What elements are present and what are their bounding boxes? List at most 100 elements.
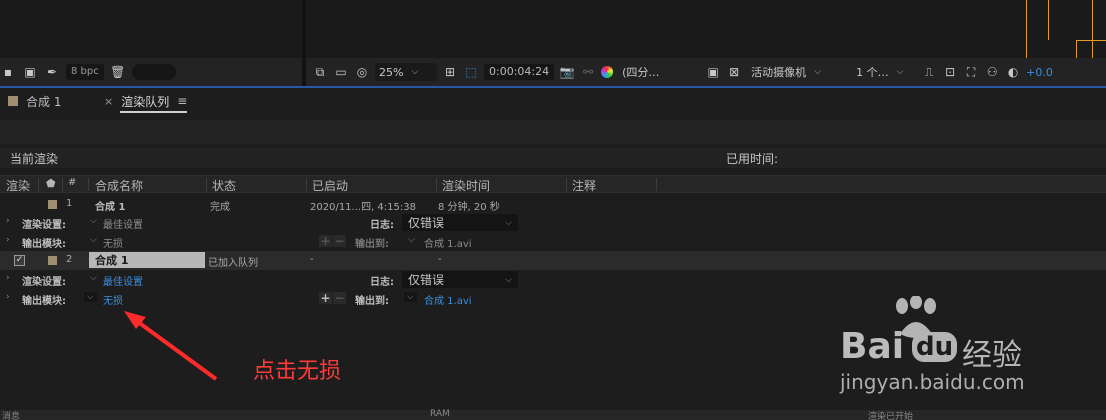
channel-icon[interactable]	[601, 66, 614, 78]
render-settings-value[interactable]: 最佳设置	[103, 273, 143, 288]
grid-icon[interactable]: ⊞	[442, 65, 458, 79]
render-status-bar: 消息 RAM 渲染已开始	[0, 409, 1106, 420]
tab-label: 渲染队列	[121, 94, 170, 109]
item-render-time: 8 分钟, 20 秒	[438, 202, 500, 213]
chevron-down-icon: ⌵	[505, 274, 512, 285]
output-module-value[interactable]: 无损	[103, 235, 123, 250]
remove-output-icon[interactable]: −	[333, 292, 346, 304]
toggle-pixel-icon[interactable]: ⎍	[921, 65, 937, 80]
baidu-watermark: Bai du 经验 jingyan.baidu.com	[840, 294, 1050, 394]
item-comp-name[interactable]: 合成 1	[89, 252, 205, 268]
viewer-toolbar: ⧉ ▭ ◎ 25% ⌵ ⊞ ⬚ 0:00:04:24 📷 ⚯ (四分… ▣ ⊠ 活…	[306, 58, 1106, 86]
camera-snapshot-icon[interactable]: 📷	[559, 65, 575, 79]
render-settings-value[interactable]: 最佳设置	[103, 216, 143, 231]
watermark-cn: 经验	[962, 338, 1022, 373]
project-toolbar: ▪ ▣ ✒ 8 bpc 🗑	[0, 58, 302, 86]
timecode-field[interactable]: 0:00:04:24	[484, 64, 555, 80]
show-snapshot-icon[interactable]: ⚯	[580, 65, 596, 79]
expand-icon[interactable]: ›	[6, 273, 10, 283]
column-started[interactable]: 已启动	[312, 177, 348, 194]
item-comp-name[interactable]: 合成 1	[95, 198, 125, 213]
label-color-swatch[interactable]	[48, 200, 57, 209]
expand-icon[interactable]: ›	[6, 292, 10, 302]
tab-composition[interactable]: 合成 1	[8, 88, 61, 114]
draft3d-icon[interactable]: ⛶	[963, 65, 979, 80]
watermark-brand-du: du	[912, 332, 958, 362]
column-render[interactable]: 渲染	[6, 177, 30, 194]
expand-icon[interactable]: ›	[6, 235, 10, 245]
exposure-value[interactable]: +0.0	[1026, 66, 1053, 79]
bpc-field[interactable]: 8 bpc	[66, 64, 104, 80]
log-label: 日志:	[370, 277, 394, 288]
column-tag-icon[interactable]: ⬟	[46, 177, 56, 190]
tab-render-queue[interactable]: × 渲染队列 ≡	[104, 88, 188, 114]
viewer-guide-line	[1092, 0, 1093, 58]
views-dropdown[interactable]: 1 个… ⌵	[852, 63, 916, 81]
chevron-down-icon[interactable]: ⌵	[404, 292, 417, 302]
reset-exposure-icon[interactable]: ⊡	[942, 65, 958, 79]
chevron-down-icon: ⌵	[411, 67, 419, 77]
output-file[interactable]: 合成 1.avi	[424, 235, 472, 250]
chevron-down-icon[interactable]: ⌵	[408, 235, 415, 245]
close-icon[interactable]: ×	[104, 95, 113, 108]
exposure-icon[interactable]: ◐	[1005, 65, 1021, 79]
label-color-swatch[interactable]	[48, 256, 57, 265]
log-dropdown[interactable]: 仅错误 ⌵	[402, 214, 518, 231]
region-icon[interactable]: ⬚	[463, 65, 479, 79]
watermark-url: jingyan.baidu.com	[840, 370, 1025, 394]
always-preview-icon[interactable]: ⧉	[312, 65, 328, 80]
chevron-down-icon: ⌵	[896, 67, 904, 77]
folder-icon[interactable]: ▪	[0, 65, 16, 79]
output-file[interactable]: 合成 1.avi	[424, 292, 472, 307]
tab-label: 合成 1	[26, 94, 62, 109]
chevron-down-icon: ⌵	[814, 67, 821, 77]
column-render-time[interactable]: 渲染时间	[442, 177, 490, 194]
views-value: 1 个…	[856, 66, 889, 79]
item-status: 完成	[210, 202, 230, 213]
chevron-down-icon[interactable]: ⌵	[90, 235, 97, 245]
render-checkbox[interactable]: ✓	[14, 255, 25, 266]
camera-dropdown[interactable]: 活动摄像机 ⌵	[747, 63, 847, 81]
mask-icon[interactable]: ◎	[354, 65, 370, 79]
chevron-down-icon[interactable]: ⌵	[90, 216, 97, 226]
trash-icon[interactable]: 🗑	[110, 65, 126, 79]
log-dropdown[interactable]: 仅错误 ⌵	[402, 271, 518, 288]
chevron-down-icon[interactable]: ⌵	[84, 292, 97, 302]
resolution-dropdown[interactable]: (四分…	[618, 63, 700, 81]
annotation-arrow	[124, 311, 218, 381]
render-settings-label: 渲染设置:	[22, 220, 66, 231]
camera-value: 活动摄像机	[751, 66, 807, 79]
render-item-row[interactable]: 1 合成 1 完成 2020/11...四, 4:15:38 8 分钟, 20 …	[0, 195, 1106, 214]
chevron-down-icon[interactable]: ⌵	[90, 273, 97, 283]
item-started: -	[310, 254, 314, 265]
zoom-dropdown[interactable]: 25% ⌵	[375, 63, 437, 81]
item-number: 1	[66, 198, 73, 209]
add-output-icon[interactable]: +	[319, 235, 332, 247]
item-status: 已加入队列	[208, 258, 258, 269]
composition-viewer[interactable]	[306, 0, 1106, 58]
elapsed-time-label: 已用时间:	[726, 152, 779, 166]
render-item-row[interactable]: ✓ 2 合成 1 已加入队列 - -	[0, 251, 1106, 270]
column-status[interactable]: 状态	[212, 177, 236, 194]
column-comment[interactable]: 注释	[572, 177, 596, 194]
resolution-value: (四分…	[622, 66, 660, 79]
pen-icon[interactable]: ✒	[44, 65, 60, 79]
transparency-grid-icon[interactable]: ⊠	[726, 65, 742, 79]
item-started: 2020/11...四, 4:15:38	[310, 202, 416, 213]
render-settings-row: › 渲染设置: ⌵ 最佳设置 日志: 仅错误 ⌵	[0, 213, 1106, 232]
fast-preview-icon[interactable]: ▣	[705, 65, 721, 79]
monitor-icon[interactable]: ▭	[333, 65, 349, 79]
output-module-row: › 输出模块: ⌵ 无损 + − 输出到: ⌵ 合成 1.avi	[0, 232, 1106, 251]
remove-output-icon[interactable]: −	[333, 235, 346, 247]
flowchart-icon[interactable]: ⚇	[984, 65, 1000, 79]
item-number: 2	[66, 254, 73, 265]
column-comp-name[interactable]: 合成名称	[95, 177, 143, 194]
column-number[interactable]: #	[68, 177, 76, 188]
film-icon[interactable]: ▣	[22, 65, 38, 79]
add-remove-output: + −	[319, 292, 346, 304]
menu-icon[interactable]: ≡	[177, 94, 187, 108]
search-field[interactable]	[131, 64, 176, 80]
expand-icon[interactable]: ›	[6, 216, 10, 226]
viewer-guide-line	[1048, 0, 1049, 40]
add-output-icon[interactable]: +	[319, 292, 332, 304]
